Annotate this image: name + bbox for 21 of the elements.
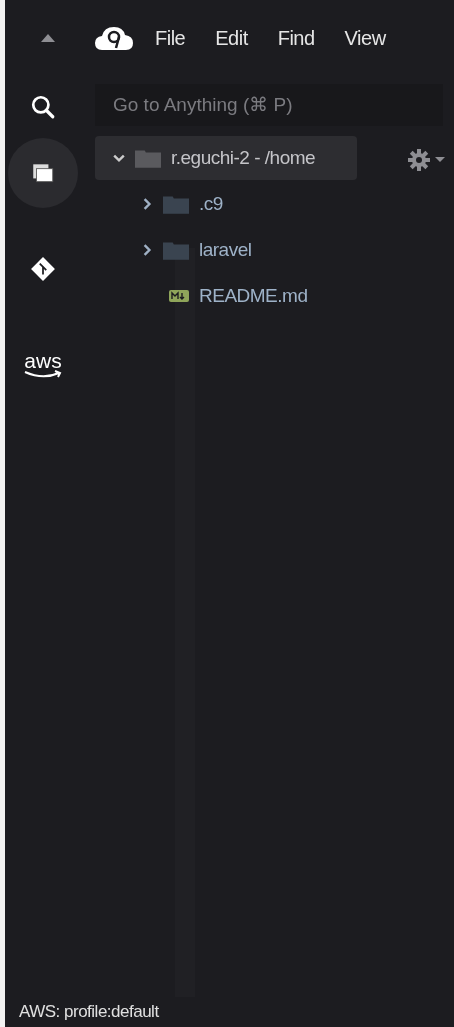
git-icon — [30, 256, 56, 282]
search-field[interactable]: Go to Anything (⌘ P) — [95, 84, 443, 126]
settings-icon[interactable] — [407, 148, 447, 172]
folder-icon — [163, 239, 189, 260]
chevron-icon — [113, 152, 125, 164]
folder-icon — [135, 148, 161, 168]
menu-item[interactable]: File — [155, 26, 186, 50]
status-text: AWS: profile:default — [19, 1002, 159, 1022]
folder-icon — [163, 193, 189, 214]
tree-item[interactable]: README.md — [95, 273, 357, 318]
cloud-logo-icon — [94, 24, 134, 52]
tree-item[interactable]: laravel — [95, 227, 357, 272]
menu-item[interactable]: Edit — [215, 26, 248, 50]
collapse-triangle-icon[interactable] — [40, 33, 56, 43]
search-icon — [30, 94, 56, 120]
aws-logo: aws — [23, 352, 63, 378]
menu-item[interactable]: Find — [277, 26, 315, 50]
tree-item[interactable]: .c9 — [95, 181, 357, 226]
tree-item[interactable]: r.eguchi-2 - /home — [95, 136, 357, 180]
sidebar-tab[interactable]: aws — [8, 330, 78, 400]
menu-item[interactable]: View — [344, 26, 386, 50]
